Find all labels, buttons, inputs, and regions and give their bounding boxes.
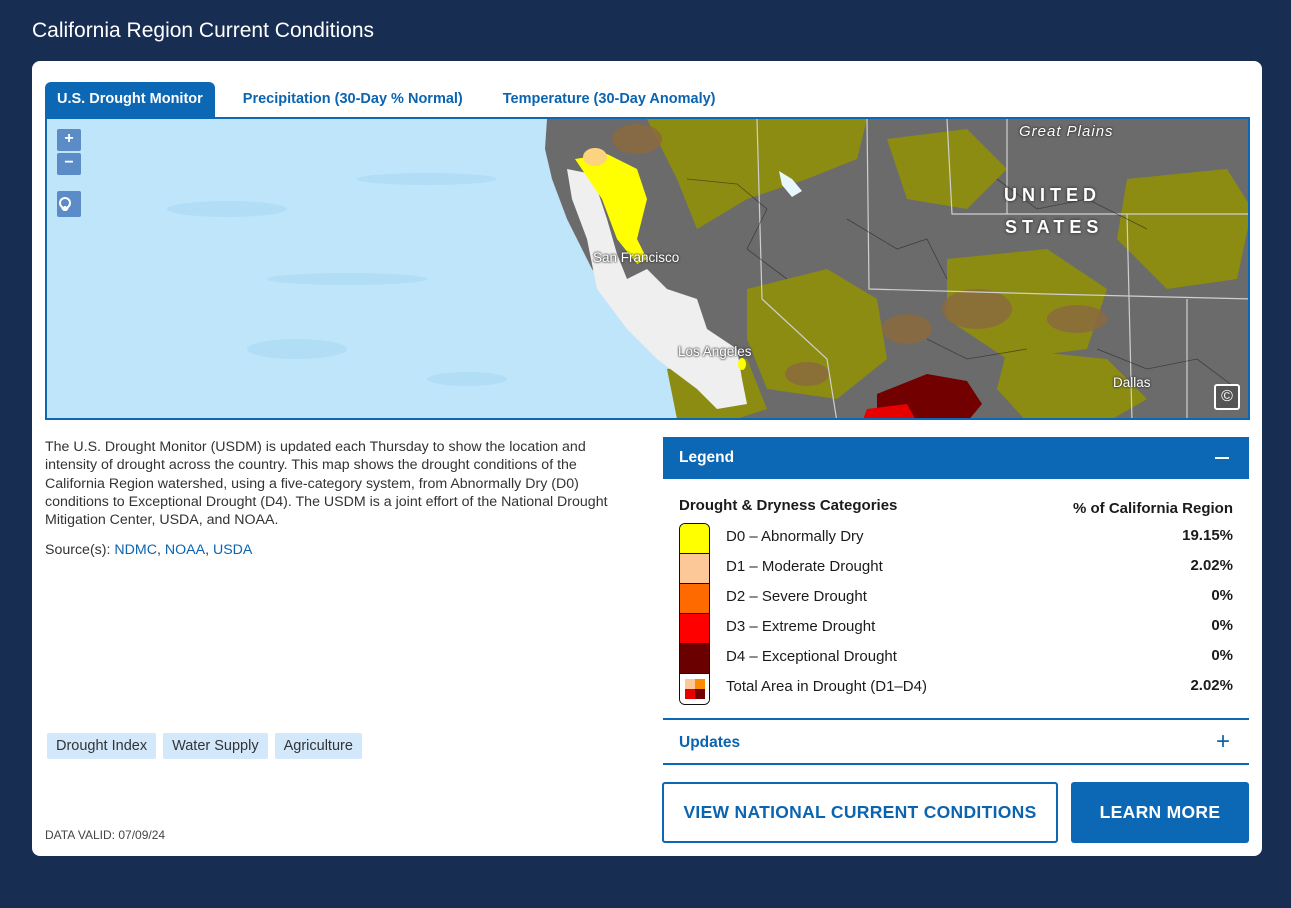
tab-drought-monitor[interactable]: U.S. Drought Monitor bbox=[45, 82, 215, 118]
sources-prefix: Source(s): bbox=[45, 542, 115, 558]
map-label-states: STATES bbox=[1005, 217, 1104, 237]
drought-map[interactable]: + − Great Plains UNITED STATES San Franc… bbox=[45, 117, 1250, 420]
legend-divider-top bbox=[663, 718, 1249, 720]
zoom-out-button[interactable]: − bbox=[57, 153, 81, 175]
map-label-united: UNITED bbox=[1004, 185, 1101, 205]
collapse-minus-icon[interactable] bbox=[1215, 457, 1229, 459]
map-label-los-angeles: Los Angeles bbox=[678, 344, 752, 359]
legend-value-d0: 19.15% bbox=[1182, 527, 1233, 544]
page-title: California Region Current Conditions bbox=[32, 19, 375, 42]
updates-toggle[interactable]: Updates bbox=[679, 734, 740, 752]
legend-col-categories: Drought & Dryness Categories bbox=[679, 497, 898, 514]
swatch-d0 bbox=[680, 524, 709, 554]
copyright-icon[interactable]: © bbox=[1214, 384, 1240, 410]
legend-value-d2: 0% bbox=[1211, 587, 1233, 604]
reset-extent-icon[interactable] bbox=[57, 191, 81, 217]
map-label-san-francisco: San Francisco bbox=[593, 250, 680, 265]
legend-value-d3: 0% bbox=[1211, 617, 1233, 634]
swatch-d1 bbox=[680, 554, 709, 584]
tag-agriculture[interactable]: Agriculture bbox=[274, 733, 362, 759]
legend-title: Legend bbox=[679, 449, 735, 466]
conditions-card: U.S. Drought Monitor Precipitation (30-D… bbox=[32, 61, 1262, 856]
legend-label-d3: D3 – Extreme Drought bbox=[726, 618, 876, 635]
map-label-great-plains: Great Plains bbox=[1019, 123, 1114, 140]
legend-label-d1: D1 – Moderate Drought bbox=[726, 558, 883, 575]
legend-value-d1: 2.02% bbox=[1190, 557, 1233, 574]
legend-header[interactable]: Legend bbox=[663, 437, 1249, 479]
tab-temperature[interactable]: Temperature (30-Day Anomaly) bbox=[491, 82, 728, 118]
source-link-usda[interactable]: USDA bbox=[213, 542, 252, 558]
learn-more-button[interactable]: LEARN MORE bbox=[1071, 782, 1249, 843]
legend-divider-bottom bbox=[663, 763, 1249, 765]
swatch-d3 bbox=[680, 614, 709, 644]
swatch-total-icon bbox=[680, 674, 709, 704]
legend-value-d4: 0% bbox=[1211, 647, 1233, 664]
swatch-d4 bbox=[680, 644, 709, 674]
map-label-dallas: Dallas bbox=[1113, 375, 1151, 390]
legend-value-total: 2.02% bbox=[1190, 677, 1233, 694]
tab-precipitation[interactable]: Precipitation (30-Day % Normal) bbox=[231, 82, 475, 118]
source-link-noaa[interactable]: NOAA bbox=[165, 542, 205, 558]
map-canvas bbox=[47, 119, 1248, 418]
legend-label-d4: D4 – Exceptional Drought bbox=[726, 648, 897, 665]
data-valid-date: DATA VALID: 07/09/24 bbox=[45, 828, 166, 842]
map-tabs: U.S. Drought Monitor Precipitation (30-D… bbox=[45, 82, 744, 118]
swatch-d2 bbox=[680, 584, 709, 614]
map-description: The U.S. Drought Monitor (USDM) is updat… bbox=[45, 439, 608, 529]
tag-water-supply[interactable]: Water Supply bbox=[163, 733, 268, 759]
source-link-ndmc[interactable]: NDMC bbox=[114, 542, 157, 558]
sources: Source(s): NDMC, NOAA, USDA bbox=[45, 542, 253, 558]
tag-drought-index[interactable]: Drought Index bbox=[47, 733, 157, 759]
legend-label-d2: D2 – Severe Drought bbox=[726, 588, 867, 605]
view-national-conditions-button[interactable]: VIEW NATIONAL CURRENT CONDITIONS bbox=[662, 782, 1058, 843]
legend-label-total: Total Area in Drought (D1–D4) bbox=[726, 678, 927, 695]
tag-list: Drought Index Water Supply Agriculture bbox=[47, 733, 369, 759]
zoom-in-button[interactable]: + bbox=[57, 129, 81, 151]
legend-label-d0: D0 – Abnormally Dry bbox=[726, 528, 864, 545]
legend-col-percent: % of California Region bbox=[1072, 500, 1233, 517]
expand-plus-icon[interactable]: + bbox=[1216, 728, 1230, 756]
legend-swatch-stack bbox=[679, 523, 710, 705]
